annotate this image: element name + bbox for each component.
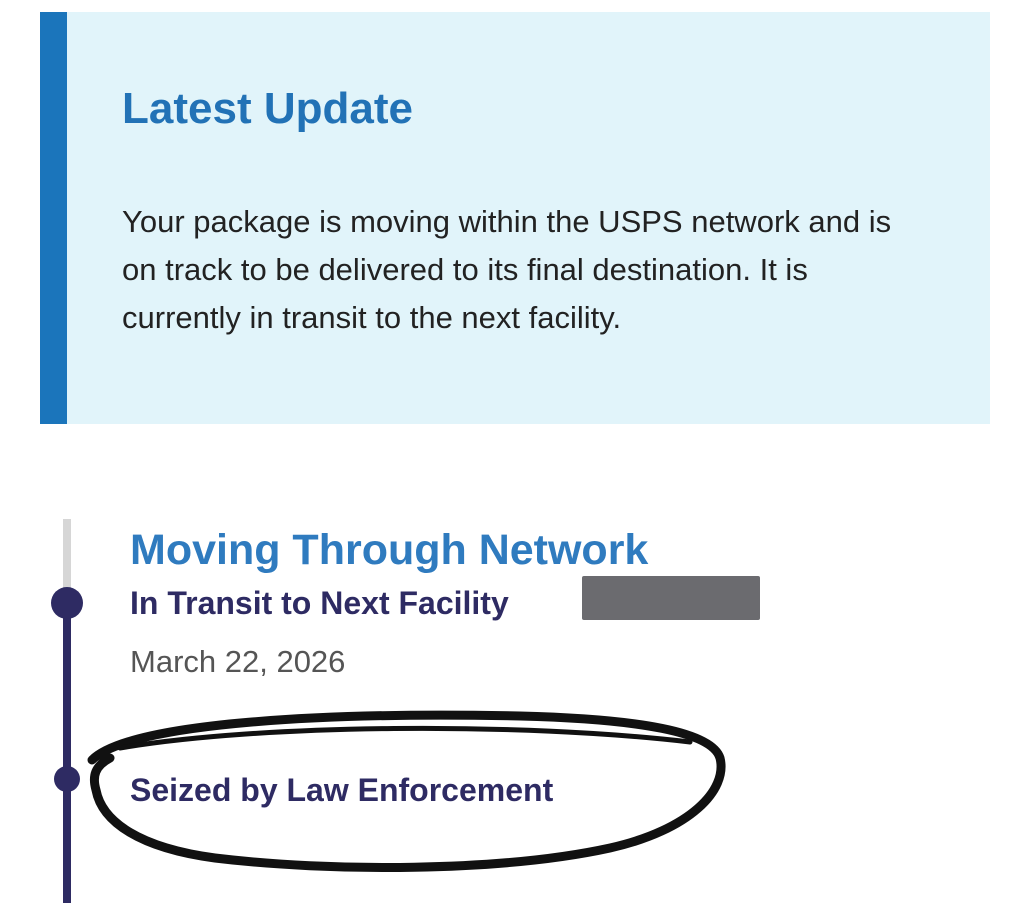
redacted-location [582, 576, 760, 620]
event-title: Moving Through Network [130, 526, 649, 574]
event-status: In Transit to Next Facility [130, 585, 509, 621]
timeline-dot-seized [54, 766, 80, 792]
timeline-dot-moving-through-network [51, 587, 83, 619]
latest-update-title: Latest Update [122, 84, 413, 133]
update-accent-bar [40, 12, 67, 424]
latest-update-message: Your package is moving within the USPS n… [122, 204, 892, 335]
timeline-line-completed [63, 601, 71, 903]
event-date: March 22, 2026 [130, 644, 346, 679]
event-status-seized: Seized by Law Enforcement [130, 772, 554, 808]
latest-update-card: Latest Update Your package is moving wit… [40, 12, 990, 424]
